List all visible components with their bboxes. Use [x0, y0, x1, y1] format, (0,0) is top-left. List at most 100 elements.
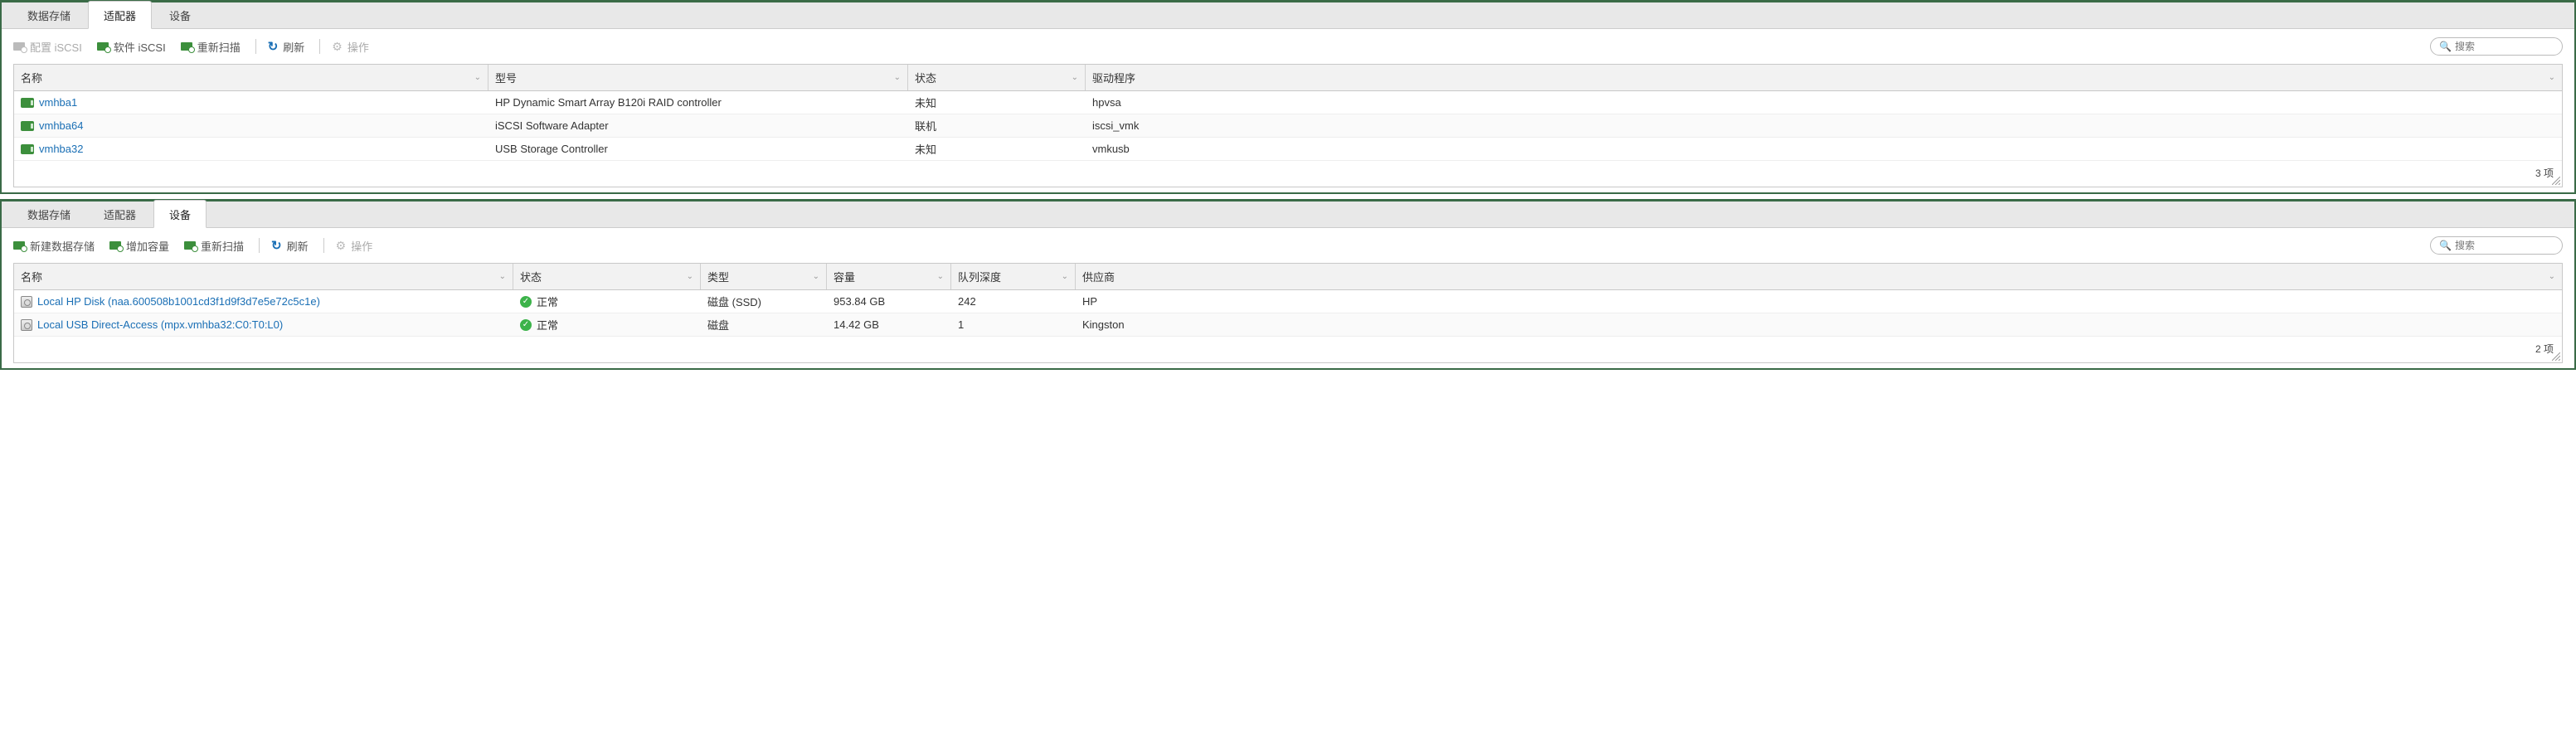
search-box[interactable]: 🔍 — [2430, 236, 2563, 255]
cell-model: iSCSI Software Adapter — [488, 114, 908, 137]
sort-icon[interactable]: ⌄ — [1067, 73, 1078, 82]
refresh-icon: ↻ — [271, 238, 282, 253]
software-iscsi-label: 软件 iSCSI — [114, 39, 166, 55]
search-box[interactable]: 🔍 — [2430, 37, 2563, 56]
actions-button[interactable]: ⚙ 操作 — [332, 39, 369, 55]
tab-datastore[interactable]: 数据存储 — [12, 200, 86, 227]
adapter-name-link[interactable]: vmhba1 — [39, 96, 77, 109]
devices-table-header: 名称⌄ 状态⌄ 类型⌄ 容量⌄ 队列深度⌄ 供应商⌄ — [14, 264, 2562, 290]
rescan-icon — [181, 42, 192, 51]
increase-capacity-icon — [109, 241, 121, 250]
tab-adapters[interactable]: 适配器 — [88, 1, 152, 29]
search-icon: 🔍 — [2439, 41, 2452, 52]
adapters-panel: 数据存储 适配器 设备 配置 iSCSI 软件 iSCSI 重新扫描 ↻ 刷新 … — [0, 0, 2576, 194]
table-row[interactable]: vmhba64 iSCSI Software Adapter 联机 iscsi_… — [14, 114, 2562, 138]
configure-iscsi-button[interactable]: 配置 iSCSI — [13, 39, 82, 55]
col-status[interactable]: 状态⌄ — [908, 65, 1086, 90]
toolbar-separator — [319, 39, 320, 54]
cell-status: 未知 — [908, 91, 1086, 114]
rescan-button[interactable]: 重新扫描 — [184, 238, 244, 254]
refresh-button[interactable]: ↻ 刷新 — [268, 39, 305, 55]
cell-status: 联机 — [908, 114, 1086, 137]
refresh-button[interactable]: ↻ 刷新 — [271, 238, 309, 254]
sort-icon[interactable]: ⌄ — [2544, 73, 2555, 82]
table-row[interactable]: Local USB Direct-Access (mpx.vmhba32:C0:… — [14, 313, 2562, 337]
tab-devices[interactable]: 设备 — [153, 200, 207, 228]
search-icon: 🔍 — [2439, 240, 2452, 251]
col-type[interactable]: 类型⌄ — [701, 264, 827, 289]
cell-model: USB Storage Controller — [488, 138, 908, 160]
adapters-tab-bar: 数据存储 适配器 设备 — [2, 2, 2574, 29]
toolbar-separator — [323, 238, 324, 253]
devices-panel: 数据存储 适配器 设备 新建数据存储 增加容量 重新扫描 ↻ 刷新 ⚙ 操作 🔍 — [0, 199, 2576, 370]
sort-icon[interactable]: ⌄ — [494, 272, 506, 281]
resize-grip-icon[interactable] — [2552, 352, 2560, 361]
adapter-name-link[interactable]: vmhba64 — [39, 119, 83, 132]
iscsi-icon — [13, 42, 25, 51]
col-driver[interactable]: 驱动程序⌄ — [1086, 65, 2562, 90]
devices-table: 名称⌄ 状态⌄ 类型⌄ 容量⌄ 队列深度⌄ 供应商⌄ Local HP Disk… — [13, 263, 2563, 363]
sort-icon[interactable]: ⌄ — [682, 272, 693, 281]
col-queue-depth[interactable]: 队列深度⌄ — [951, 264, 1076, 289]
devices-footer: 2 项 — [14, 337, 2562, 362]
adapter-name-link[interactable]: vmhba32 — [39, 143, 83, 155]
rescan-label: 重新扫描 — [197, 39, 241, 55]
adapters-footer: 3 项 — [14, 161, 2562, 187]
rescan-button[interactable]: 重新扫描 — [181, 39, 241, 55]
new-datastore-icon — [13, 241, 25, 250]
sort-icon[interactable]: ⌄ — [1057, 272, 1068, 281]
tab-adapters[interactable]: 适配器 — [88, 200, 152, 227]
cell-status: 正常 — [537, 317, 558, 333]
devices-toolbar: 新建数据存储 增加容量 重新扫描 ↻ 刷新 ⚙ 操作 🔍 — [2, 228, 2574, 263]
search-input[interactable] — [2455, 240, 2554, 251]
hba-icon — [21, 98, 34, 108]
actions-button[interactable]: ⚙ 操作 — [336, 238, 373, 254]
cell-vendor: Kingston — [1076, 313, 2562, 336]
sort-icon[interactable]: ⌄ — [932, 272, 944, 281]
col-capacity[interactable]: 容量⌄ — [827, 264, 951, 289]
device-name-link[interactable]: Local HP Disk (naa.600508b1001cd3f1d9f3d… — [37, 295, 320, 308]
sort-icon[interactable]: ⌄ — [469, 73, 481, 82]
iscsi-sw-icon — [97, 42, 109, 51]
col-name[interactable]: 名称⌄ — [14, 65, 488, 90]
cell-queue-depth: 1 — [951, 313, 1076, 336]
software-iscsi-button[interactable]: 软件 iSCSI — [97, 39, 166, 55]
toolbar-separator — [255, 39, 256, 54]
item-count: 3 项 — [2535, 168, 2554, 179]
actions-label: 操作 — [351, 238, 372, 254]
sort-icon[interactable]: ⌄ — [808, 272, 819, 281]
refresh-label: 刷新 — [283, 39, 304, 55]
disk-icon — [21, 319, 32, 331]
col-vendor[interactable]: 供应商⌄ — [1076, 264, 2562, 289]
cell-queue-depth: 242 — [951, 290, 1076, 313]
sort-icon[interactable]: ⌄ — [889, 73, 901, 82]
cell-status: 未知 — [908, 138, 1086, 160]
cell-model: HP Dynamic Smart Array B120i RAID contro… — [488, 91, 908, 114]
increase-capacity-label: 增加容量 — [126, 238, 169, 254]
hba-icon — [21, 121, 34, 131]
search-input[interactable] — [2455, 41, 2554, 52]
rescan-icon — [184, 241, 196, 250]
adapters-table-header: 名称⌄ 型号⌄ 状态⌄ 驱动程序⌄ — [14, 65, 2562, 91]
adapters-table-body: vmhba1 HP Dynamic Smart Array B120i RAID… — [14, 91, 2562, 161]
table-row[interactable]: vmhba32 USB Storage Controller 未知 vmkusb — [14, 138, 2562, 161]
hba-icon — [21, 144, 34, 154]
resize-grip-icon[interactable] — [2552, 177, 2560, 185]
refresh-label: 刷新 — [287, 238, 309, 254]
tab-datastore[interactable]: 数据存储 — [12, 1, 86, 28]
item-count: 2 项 — [2535, 343, 2554, 355]
cell-driver: vmkusb — [1086, 138, 2562, 160]
new-datastore-button[interactable]: 新建数据存储 — [13, 238, 95, 254]
disk-icon — [21, 296, 32, 308]
sort-icon[interactable]: ⌄ — [2544, 272, 2555, 281]
device-name-link[interactable]: Local USB Direct-Access (mpx.vmhba32:C0:… — [37, 318, 283, 331]
table-row[interactable]: Local HP Disk (naa.600508b1001cd3f1d9f3d… — [14, 290, 2562, 313]
new-datastore-label: 新建数据存储 — [30, 238, 95, 254]
col-name[interactable]: 名称⌄ — [14, 264, 513, 289]
cell-vendor: HP — [1076, 290, 2562, 313]
col-model[interactable]: 型号⌄ — [488, 65, 908, 90]
tab-devices[interactable]: 设备 — [153, 1, 207, 28]
col-status[interactable]: 状态⌄ — [513, 264, 701, 289]
increase-capacity-button[interactable]: 增加容量 — [109, 238, 169, 254]
table-row[interactable]: vmhba1 HP Dynamic Smart Array B120i RAID… — [14, 91, 2562, 114]
